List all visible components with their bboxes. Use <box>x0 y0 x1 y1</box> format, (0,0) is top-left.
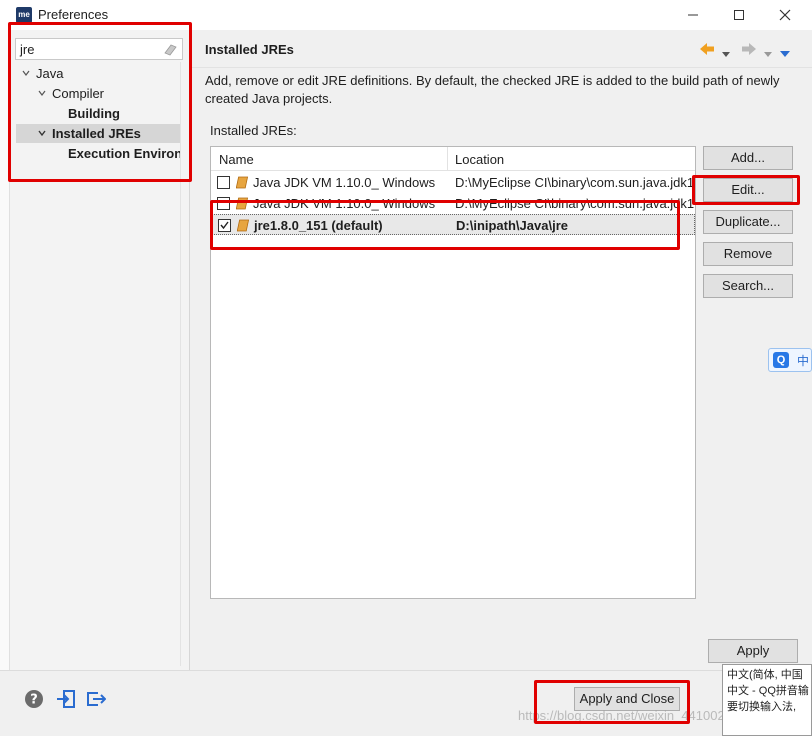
maximize-button[interactable] <box>716 0 762 30</box>
back-dropdown-icon[interactable] <box>722 46 730 61</box>
annotation-box-apply-close <box>534 680 690 724</box>
window-title: Preferences <box>38 7 109 22</box>
annotation-box-tree <box>8 22 192 182</box>
installed-jres-label: Installed JREs: <box>210 123 297 138</box>
dialog-footer <box>0 670 812 736</box>
table-header: Name Location <box>211 147 695 171</box>
table-row[interactable]: Java JDK VM 1.10.0_ Windows D:\MyEclipse… <box>211 172 695 193</box>
view-menu-icon[interactable] <box>780 46 790 61</box>
help-icon[interactable]: ? <box>24 689 44 709</box>
close-button[interactable] <box>762 0 808 30</box>
ime-tooltip-line: 中文(简体, 中国 <box>727 669 803 681</box>
remove-button[interactable]: Remove <box>703 242 793 266</box>
ime-tooltip: 中文(简体, 中国 中文 - QQ拼音输 要切换输入法, <box>722 664 812 736</box>
add-button[interactable]: Add... <box>703 146 793 170</box>
column-header-location[interactable]: Location <box>455 152 504 167</box>
page-description: Add, remove or edit JRE definitions. By … <box>205 73 780 106</box>
row-name: Java JDK VM 1.10.0_ Windows <box>253 175 436 190</box>
ime-status-chip[interactable]: Q 中 <box>768 348 812 372</box>
back-arrow-icon[interactable] <box>698 40 716 58</box>
forward-arrow-icon[interactable] <box>740 40 758 58</box>
ime-tooltip-line: 中文 - QQ拼音输 <box>727 685 809 697</box>
svg-text:?: ? <box>30 693 38 708</box>
apply-button[interactable]: Apply <box>708 639 798 663</box>
annotation-box-edit <box>692 175 800 205</box>
column-header-name[interactable]: Name <box>219 152 254 167</box>
search-button[interactable]: Search... <box>703 274 793 298</box>
annotation-box-selected-jre <box>210 200 680 250</box>
app-logo-icon: me <box>16 7 32 23</box>
row-checkbox[interactable] <box>217 176 230 189</box>
qq-pinyin-icon: Q <box>773 352 789 368</box>
row-location: D:\MyEclipse CI\binary\com.sun.java.jdk1 <box>455 175 695 190</box>
jre-library-icon <box>235 175 250 190</box>
duplicate-button[interactable]: Duplicate... <box>703 210 793 234</box>
ime-mode-label: 中 <box>797 354 810 368</box>
minimize-button[interactable] <box>670 0 716 30</box>
forward-dropdown-icon[interactable] <box>764 46 772 61</box>
export-icon[interactable] <box>86 689 107 709</box>
column-divider[interactable] <box>447 147 448 171</box>
ime-tooltip-line: 要切换输入法, <box>727 701 797 713</box>
page-title: Installed JREs <box>205 42 294 57</box>
import-icon[interactable] <box>56 689 76 709</box>
